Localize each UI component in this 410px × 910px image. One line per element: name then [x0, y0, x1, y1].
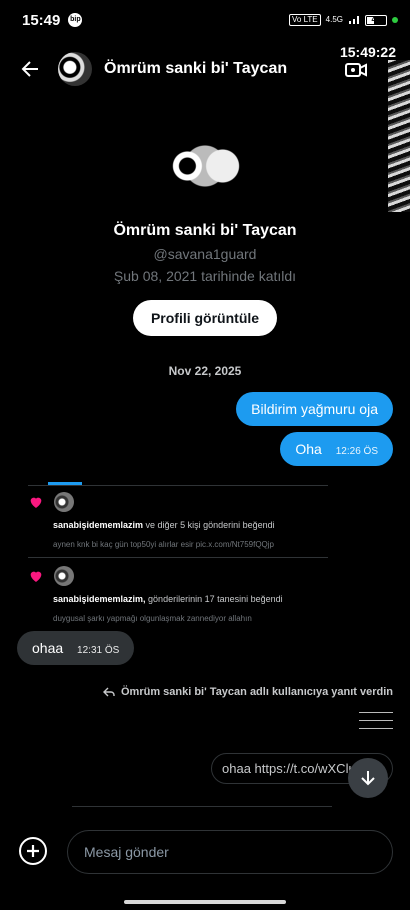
divider — [28, 557, 328, 558]
profile-handle: @savana1guard — [153, 246, 257, 262]
outgoing-message[interactable]: Oha 12:26 ÖS — [280, 432, 393, 466]
message-composer — [0, 830, 410, 874]
charging-dot-icon — [392, 17, 398, 23]
notification-action: gönderilerinin 17 tanesini beğendi — [145, 594, 283, 604]
status-bar: 15:49 bip Vo LTE 4.5G 44 — [0, 0, 410, 40]
divider — [72, 806, 332, 807]
notification-text: sanabişidememlazim ve diğer 5 kişi gönde… — [53, 520, 328, 530]
bip-app-icon: bip — [68, 13, 83, 27]
battery-level: 44 — [371, 14, 381, 24]
reply-arrow-icon — [102, 687, 115, 697]
date-separator: Nov 22, 2025 — [168, 364, 242, 378]
profile-avatar[interactable] — [161, 122, 249, 210]
message-time: 12:31 ÖS — [77, 645, 120, 656]
quoted-message-preview[interactable] — [359, 712, 393, 736]
notification-user: sanabişidememlazim — [53, 520, 144, 530]
avatar — [54, 566, 74, 586]
notification-user: sanabişidememlazim, — [53, 594, 146, 604]
reply-context: Ömrüm sanki bi' Taycan adlı kullanıcıya … — [102, 686, 393, 698]
add-media-icon[interactable] — [18, 836, 48, 866]
divider — [28, 485, 328, 486]
status-time: 15:49 — [22, 11, 61, 29]
reply-context-text: Ömrüm sanki bi' Taycan adlı kullanıcıya … — [120, 686, 393, 698]
message-text: Oha — [295, 441, 322, 457]
back-arrow-icon[interactable] — [18, 57, 42, 81]
notification-text: sanabişidememlazim, gönderilerinin 17 ta… — [53, 594, 328, 604]
profile-card: Ömrüm sanki bi' Taycan @savana1guard Şub… — [0, 122, 410, 336]
scroll-to-bottom-button[interactable] — [348, 758, 388, 798]
status-indicators: Vo LTE 4.5G 44 — [289, 14, 398, 26]
signal-icon — [349, 16, 359, 24]
network-type: 4.5G — [325, 15, 343, 24]
notification-preview: duygusal şarkı yapmağı olgunlaşmak zanne… — [53, 614, 252, 623]
message-input[interactable] — [67, 830, 393, 874]
conversation-header: Ömrüm sanki bi' Taycan — [0, 46, 410, 92]
heart-icon — [30, 497, 42, 508]
shared-notification-card[interactable]: sanabişidememlazim ve diğer 5 kişi gönde… — [28, 492, 328, 549]
message-text: Bildirim yağmuru oja — [251, 401, 378, 417]
message-text: ohaa — [32, 640, 64, 656]
shared-notification-card[interactable]: sanabişidememlazim, gönderilerinin 17 ta… — [28, 566, 328, 623]
avatar — [54, 492, 74, 512]
profile-joined-date: Şub 08, 2021 tarihinde katıldı — [113, 268, 297, 284]
battery-icon: 44 — [365, 14, 387, 26]
notification-preview: aynen knk bi kaç gün top50yi alırlar esi… — [53, 540, 274, 549]
view-profile-button[interactable]: Profili görüntüle — [132, 300, 278, 336]
volte-icon: Vo LTE — [289, 14, 321, 26]
video-call-icon[interactable] — [344, 58, 368, 82]
notification-action: ve diğer 5 kişi gönderini beğendi — [143, 520, 275, 530]
message-time: 12:26 ÖS — [335, 446, 378, 457]
header-title[interactable]: Ömrüm sanki bi' Taycan — [104, 60, 287, 78]
profile-name: Ömrüm sanki bi' Taycan — [113, 222, 297, 239]
outgoing-message[interactable]: Bildirim yağmuru oja — [236, 392, 393, 426]
incoming-message[interactable]: ohaa 12:31 ÖS — [17, 631, 135, 665]
heart-icon — [30, 571, 42, 582]
home-indicator[interactable] — [124, 900, 286, 904]
arrow-down-icon — [361, 771, 375, 786]
header-avatar[interactable] — [58, 52, 92, 86]
